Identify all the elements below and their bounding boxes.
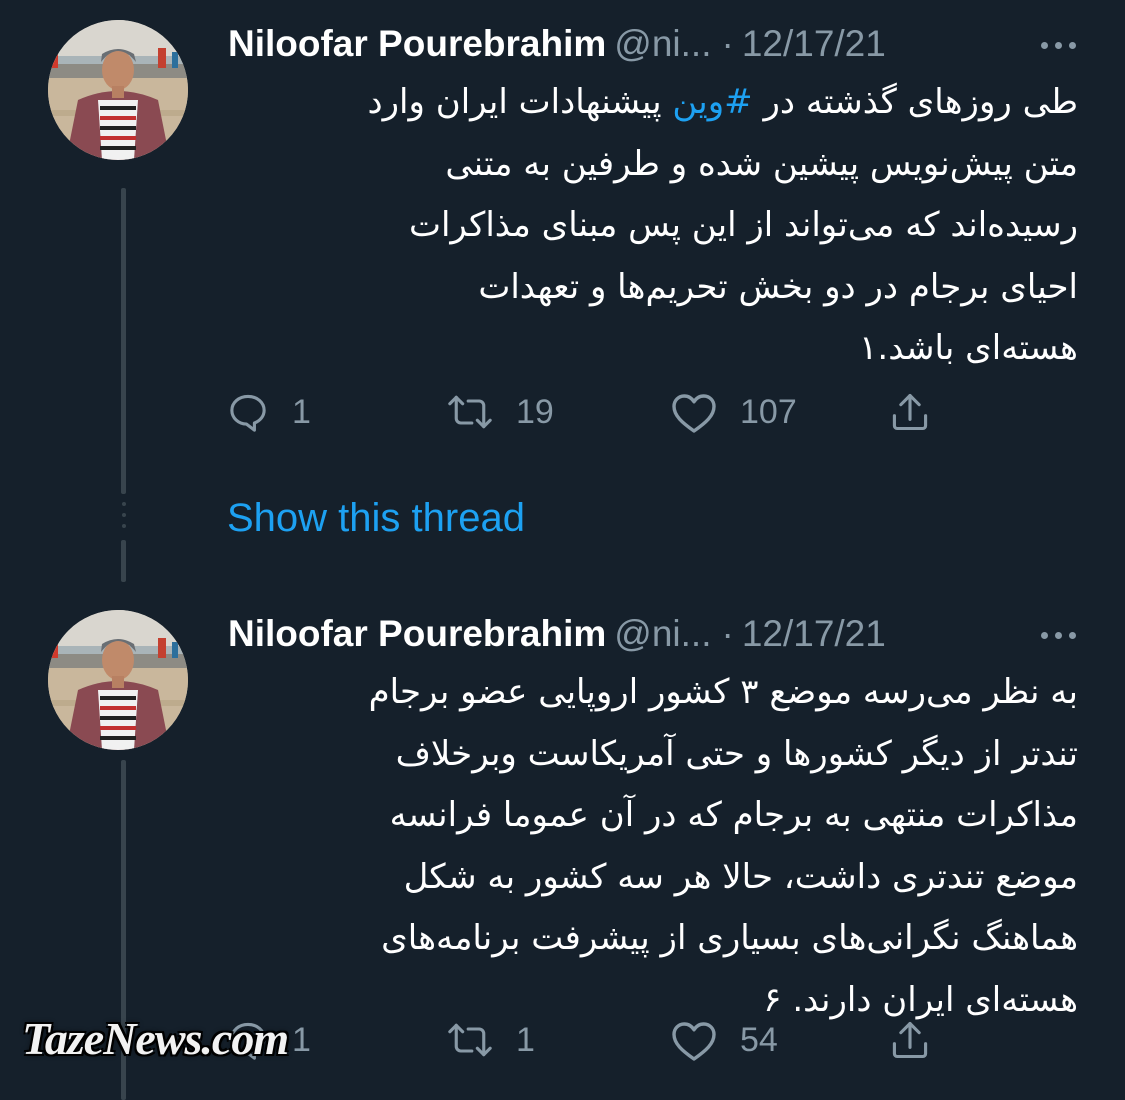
author-name[interactable]: Niloofar Pourebrahim — [228, 23, 606, 64]
heart-icon — [672, 1022, 716, 1061]
reply-button[interactable]: 1 — [226, 382, 311, 442]
thread-line — [121, 188, 126, 494]
share-icon — [892, 393, 928, 431]
show-thread-link[interactable]: Show this thread — [227, 492, 525, 544]
reply-count: 1 — [292, 1020, 311, 1059]
avatar-photo — [48, 610, 188, 750]
more-icon[interactable] — [1028, 620, 1088, 650]
tweet-header: Niloofar Pourebrahim @ni... · 12/17/21 — [228, 18, 1088, 70]
heart-icon — [672, 394, 716, 433]
like-button[interactable]: 107 — [670, 382, 797, 442]
tweet-actions: 1 1 54 — [226, 1010, 986, 1070]
share-button[interactable] — [888, 1010, 932, 1070]
like-count: 107 — [740, 392, 797, 431]
tweet[interactable]: Niloofar Pourebrahim @ni... · 12/17/21 طی ر… — [0, 0, 1125, 494]
reply-count: 1 — [292, 392, 311, 431]
tweet-date[interactable]: 12/17/21 — [742, 23, 886, 64]
tweet-text-after: پیشنهادات ایران وارد متن پیش‌نویس پیشین … — [367, 82, 1079, 368]
tweet-text-before: طی روزهای گذشته در — [752, 82, 1078, 122]
like-count: 54 — [740, 1020, 778, 1059]
retweet-count: 1 — [516, 1020, 535, 1059]
tweet-date[interactable]: 12/17/21 — [742, 613, 886, 654]
reply-icon — [230, 394, 266, 432]
like-button[interactable]: 54 — [670, 1010, 778, 1070]
author-handle[interactable]: @ni... — [614, 23, 711, 64]
tweet-actions: 1 19 107 — [226, 382, 986, 442]
tweet-text: به نظر می‌رسه موضع ۳ کشور اروپایی عضو بر… — [368, 672, 1078, 1020]
author-name[interactable]: Niloofar Pourebrahim — [228, 613, 606, 654]
avatar[interactable] — [48, 610, 188, 750]
separator-dot: · — [721, 23, 734, 64]
retweet-count: 19 — [516, 392, 554, 431]
retweet-button[interactable]: 19 — [446, 382, 554, 442]
thread-line — [121, 540, 126, 582]
retweet-icon — [448, 395, 492, 429]
hashtag-link[interactable]: #وین — [672, 82, 752, 122]
share-icon — [892, 1021, 928, 1059]
tweet-text: طی روزهای گذشته در #وین پیشنهادات ایران … — [226, 72, 1079, 380]
thread-gap-dots — [121, 502, 126, 528]
separator-dot: · — [721, 613, 734, 654]
avatar[interactable] — [48, 20, 188, 160]
more-icon[interactable] — [1028, 30, 1088, 60]
watermark-logo: TazeNews.com — [22, 1013, 289, 1064]
retweet-icon — [448, 1023, 492, 1057]
author-handle[interactable]: @ni... — [614, 613, 711, 654]
avatar-photo — [48, 20, 188, 160]
share-button[interactable] — [888, 382, 932, 442]
tweet-header: Niloofar Pourebrahim @ni... · 12/17/21 — [228, 608, 1088, 660]
retweet-button[interactable]: 1 — [446, 1010, 535, 1070]
